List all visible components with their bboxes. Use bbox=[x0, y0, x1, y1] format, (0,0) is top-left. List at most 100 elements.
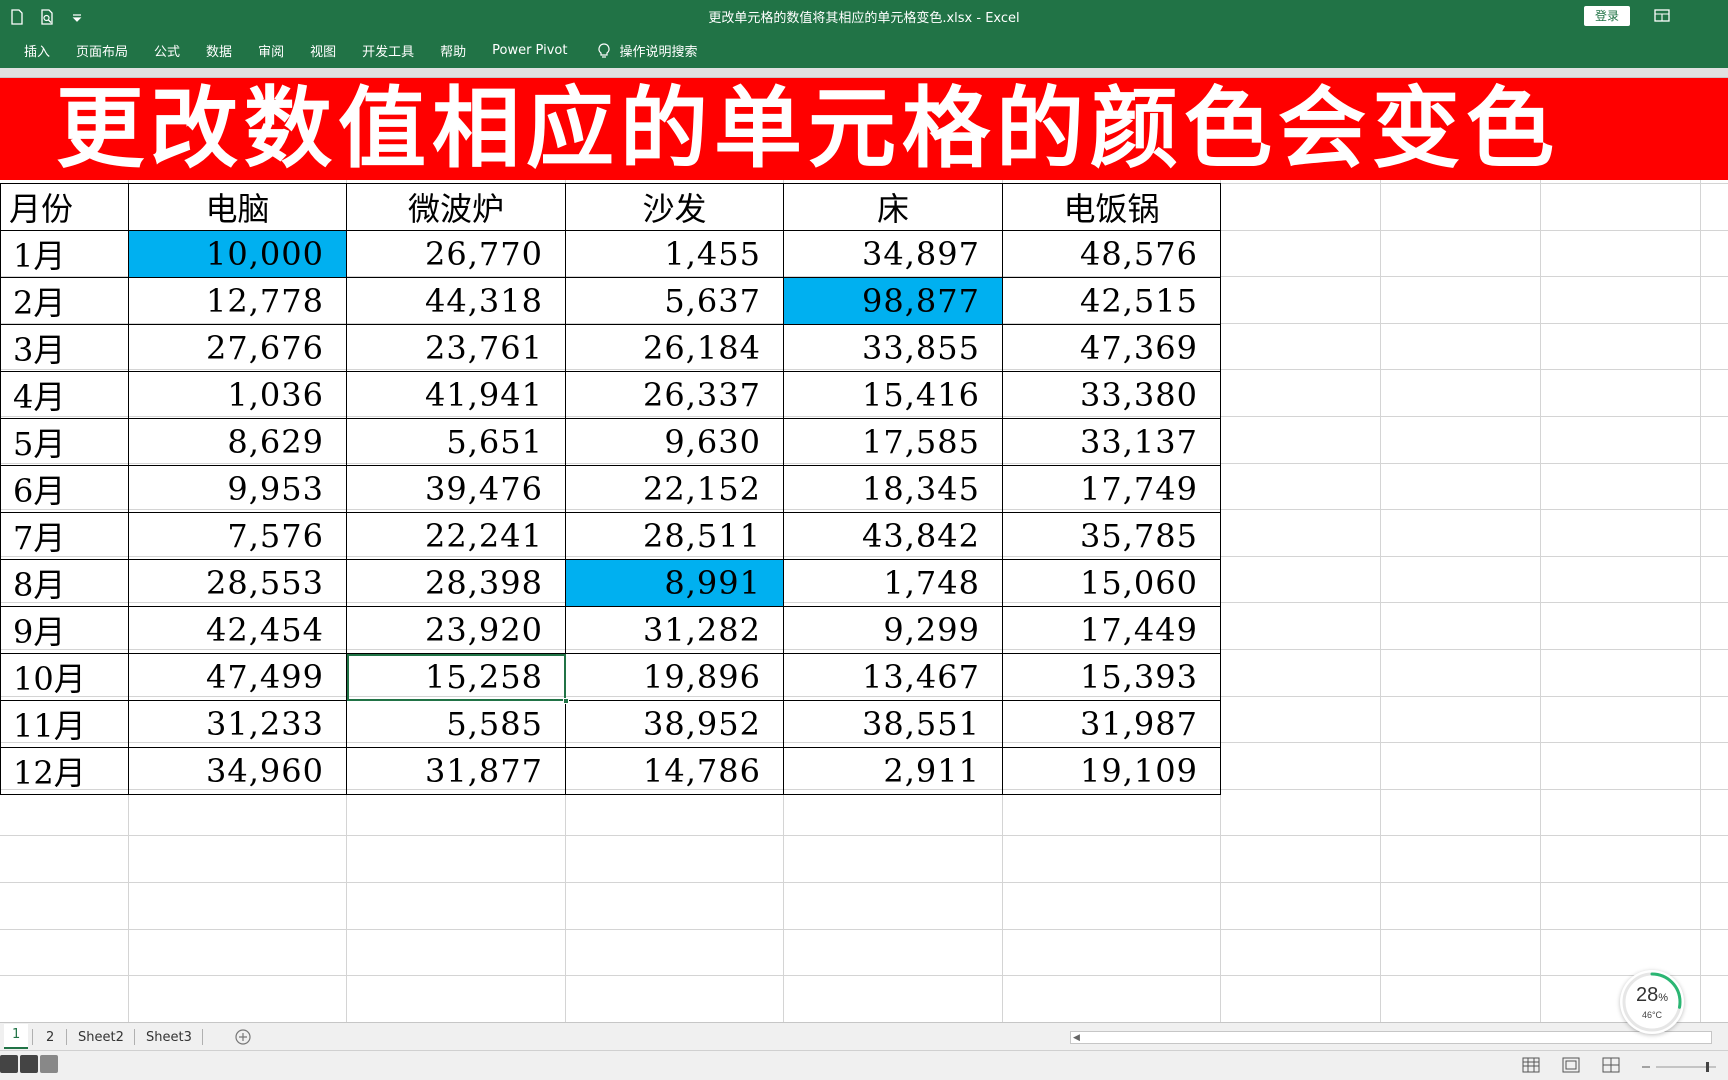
login-button[interactable]: 登录 bbox=[1584, 6, 1630, 26]
computer-value-cell[interactable]: 1,036 bbox=[128, 371, 347, 419]
bed-value-cell[interactable]: 13,467 bbox=[783, 653, 1003, 701]
computer-value-cell[interactable]: 12,778 bbox=[128, 277, 347, 325]
rice-cooker-value-cell[interactable]: 48,576 bbox=[1002, 230, 1221, 278]
header-bed[interactable]: 床 bbox=[783, 183, 1003, 231]
bed-value-cell[interactable]: 9,299 bbox=[783, 606, 1003, 654]
sofa-value-cell[interactable]: 14,786 bbox=[565, 747, 784, 795]
keyboard-icon[interactable] bbox=[40, 1055, 58, 1073]
microwave-value-cell[interactable]: 26,770 bbox=[346, 230, 566, 278]
month-cell[interactable]: 3月 bbox=[0, 324, 129, 372]
tab-review[interactable]: 审阅 bbox=[258, 41, 284, 60]
microwave-value-cell[interactable]: 15,258 bbox=[346, 653, 569, 704]
rice-cooker-value-cell[interactable]: 17,749 bbox=[1002, 465, 1221, 513]
sofa-value-cell[interactable]: 28,511 bbox=[565, 512, 784, 560]
sofa-value-cell[interactable]: 1,455 bbox=[565, 230, 784, 278]
computer-value-cell[interactable]: 31,233 bbox=[128, 700, 347, 748]
header-month[interactable]: 月份 bbox=[0, 183, 129, 231]
rice-cooker-value-cell[interactable]: 42,515 bbox=[1002, 277, 1221, 325]
microwave-value-cell[interactable]: 39,476 bbox=[346, 465, 566, 513]
tab-page-layout[interactable]: 页面布局 bbox=[76, 41, 128, 60]
tab-power-pivot[interactable]: Power Pivot bbox=[492, 43, 567, 58]
normal-view-icon[interactable] bbox=[1522, 1057, 1540, 1073]
header-microwave[interactable]: 微波炉 bbox=[346, 183, 566, 231]
sofa-value-cell[interactable]: 26,337 bbox=[565, 371, 784, 419]
computer-value-cell[interactable]: 7,576 bbox=[128, 512, 347, 560]
computer-value-cell[interactable]: 42,454 bbox=[128, 606, 347, 654]
rice-cooker-value-cell[interactable]: 35,785 bbox=[1002, 512, 1221, 560]
microwave-value-cell[interactable]: 41,941 bbox=[346, 371, 566, 419]
bed-value-cell[interactable]: 38,551 bbox=[783, 700, 1003, 748]
bed-value-cell[interactable]: 1,748 bbox=[783, 559, 1003, 607]
computer-value-cell[interactable]: 8,629 bbox=[128, 418, 347, 466]
bed-value-cell[interactable]: 43,842 bbox=[783, 512, 1003, 560]
sofa-value-cell[interactable]: 31,282 bbox=[565, 606, 784, 654]
month-cell[interactable]: 10月 bbox=[0, 653, 129, 701]
sofa-value-cell[interactable]: 26,184 bbox=[565, 324, 784, 372]
tell-me-search[interactable]: 操作说明搜索 bbox=[597, 41, 698, 60]
ribbon-display-options-icon[interactable] bbox=[1652, 7, 1672, 25]
microwave-value-cell[interactable]: 31,877 bbox=[346, 747, 566, 795]
rice-cooker-value-cell[interactable]: 15,393 bbox=[1002, 653, 1221, 701]
tab-data[interactable]: 数据 bbox=[206, 41, 232, 60]
computer-value-cell[interactable]: 10,000 bbox=[128, 230, 347, 278]
sofa-value-cell[interactable]: 19,896 bbox=[565, 653, 784, 701]
month-cell[interactable]: 4月 bbox=[0, 371, 129, 419]
microwave-value-cell[interactable]: 5,585 bbox=[346, 700, 566, 748]
header-computer[interactable]: 电脑 bbox=[128, 183, 347, 231]
sheet-tab-sheet3[interactable]: Sheet3 bbox=[138, 1027, 200, 1049]
microwave-value-cell[interactable]: 28,398 bbox=[346, 559, 566, 607]
bed-value-cell[interactable]: 98,877 bbox=[783, 277, 1003, 325]
macro-record-icon[interactable] bbox=[0, 1055, 18, 1073]
tab-formulas[interactable]: 公式 bbox=[154, 41, 180, 60]
sofa-value-cell[interactable]: 22,152 bbox=[565, 465, 784, 513]
month-cell[interactable]: 11月 bbox=[0, 700, 129, 748]
sofa-value-cell[interactable]: 8,991 bbox=[565, 559, 784, 607]
bed-value-cell[interactable]: 2,911 bbox=[783, 747, 1003, 795]
bed-value-cell[interactable]: 18,345 bbox=[783, 465, 1003, 513]
microwave-value-cell[interactable]: 23,920 bbox=[346, 606, 566, 654]
tab-view[interactable]: 视图 bbox=[310, 41, 336, 60]
add-sheet-icon[interactable] bbox=[234, 1028, 252, 1046]
month-cell[interactable]: 5月 bbox=[0, 418, 129, 466]
header-rice-cooker[interactable]: 电饭锅 bbox=[1002, 183, 1221, 231]
fill-handle[interactable] bbox=[563, 698, 569, 704]
tab-insert[interactable]: 插入 bbox=[24, 41, 50, 60]
rice-cooker-value-cell[interactable]: 31,987 bbox=[1002, 700, 1221, 748]
computer-value-cell[interactable]: 9,953 bbox=[128, 465, 347, 513]
bed-value-cell[interactable]: 34,897 bbox=[783, 230, 1003, 278]
microwave-value-cell[interactable]: 5,651 bbox=[346, 418, 566, 466]
accessibility-icon[interactable] bbox=[20, 1055, 38, 1073]
header-sofa[interactable]: 沙发 bbox=[565, 183, 784, 231]
sheet-tab-sheet2[interactable]: Sheet2 bbox=[70, 1027, 132, 1049]
tab-developer[interactable]: 开发工具 bbox=[362, 41, 414, 60]
microwave-value-cell[interactable]: 23,761 bbox=[346, 324, 566, 372]
computer-value-cell[interactable]: 47,499 bbox=[128, 653, 347, 701]
bed-value-cell[interactable]: 33,855 bbox=[783, 324, 1003, 372]
worksheet-grid[interactable]: 月份 电脑 微波炉 沙发 床 电饭锅 1月 10,000 26,770 1,455 34… bbox=[0, 180, 1728, 1022]
microwave-value-cell[interactable]: 44,318 bbox=[346, 277, 566, 325]
tab-help[interactable]: 帮助 bbox=[440, 41, 466, 60]
microwave-value-cell[interactable]: 22,241 bbox=[346, 512, 566, 560]
horizontal-scrollbar[interactable]: ◀ bbox=[1070, 1031, 1712, 1044]
computer-value-cell[interactable]: 27,676 bbox=[128, 324, 347, 372]
scroll-left-icon[interactable]: ◀ bbox=[1073, 1033, 1080, 1043]
month-cell[interactable]: 6月 bbox=[0, 465, 129, 513]
rice-cooker-value-cell[interactable]: 17,449 bbox=[1002, 606, 1221, 654]
sheet-tab-1[interactable]: 1 bbox=[4, 1024, 29, 1049]
month-cell[interactable]: 7月 bbox=[0, 512, 129, 560]
page-layout-view-icon[interactable] bbox=[1562, 1057, 1580, 1073]
sofa-value-cell[interactable]: 38,952 bbox=[565, 700, 784, 748]
bed-value-cell[interactable]: 17,585 bbox=[783, 418, 1003, 466]
rice-cooker-value-cell[interactable]: 15,060 bbox=[1002, 559, 1221, 607]
bed-value-cell[interactable]: 15,416 bbox=[783, 371, 1003, 419]
month-cell[interactable]: 9月 bbox=[0, 606, 129, 654]
month-cell[interactable]: 2月 bbox=[0, 277, 129, 325]
page-break-view-icon[interactable] bbox=[1602, 1057, 1620, 1073]
month-cell[interactable]: 1月 bbox=[0, 230, 129, 278]
month-cell[interactable]: 12月 bbox=[0, 747, 129, 795]
zoom-slider[interactable] bbox=[1640, 1059, 1720, 1073]
rice-cooker-value-cell[interactable]: 47,369 bbox=[1002, 324, 1221, 372]
month-cell[interactable]: 8月 bbox=[0, 559, 129, 607]
sheet-tab-2[interactable]: 2 bbox=[38, 1027, 62, 1049]
computer-value-cell[interactable]: 28,553 bbox=[128, 559, 347, 607]
